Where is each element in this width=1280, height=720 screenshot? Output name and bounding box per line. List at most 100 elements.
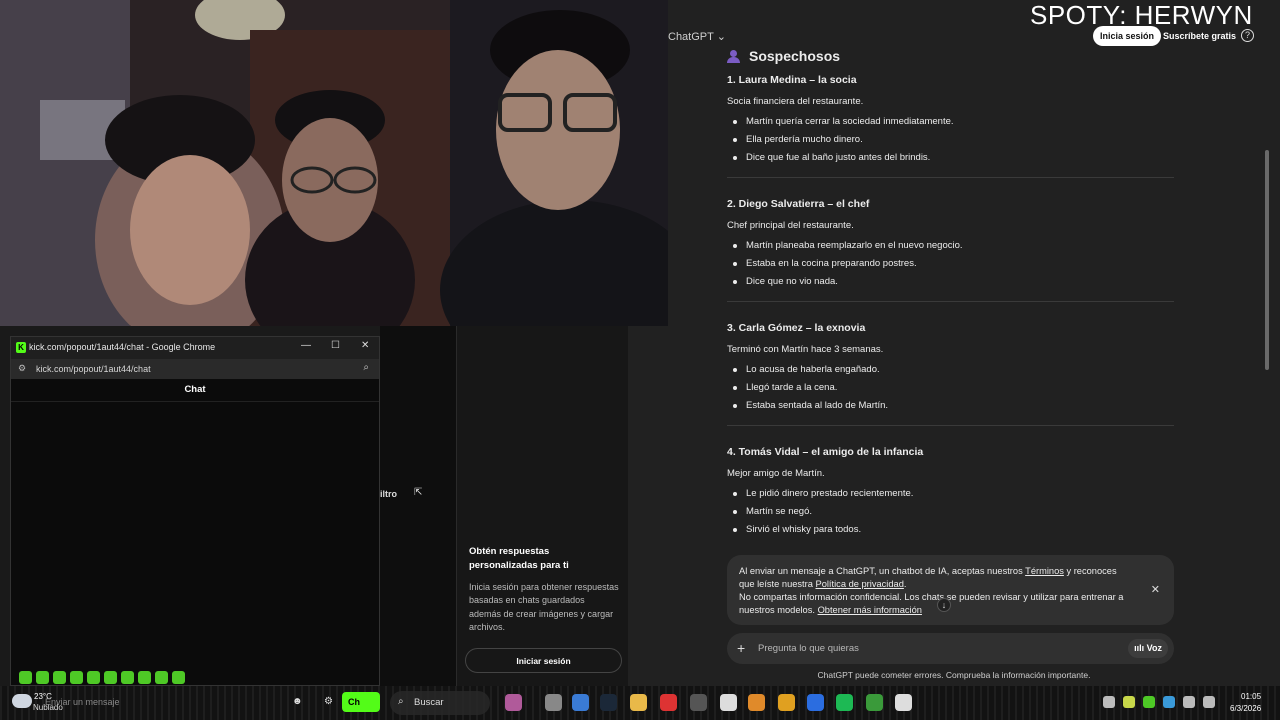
maximize-icon[interactable]: ☐ xyxy=(331,340,340,351)
app-icon[interactable] xyxy=(660,694,677,711)
emote-icon[interactable] xyxy=(121,671,134,684)
app-icon[interactable] xyxy=(807,694,824,711)
search-label[interactable]: Buscar xyxy=(414,697,444,708)
suspect-block: 1. Laura Medina – la socia Socia financie… xyxy=(727,74,1174,163)
list-item: Martín quería cerrar la sociedad inmedia… xyxy=(733,116,1174,127)
notice-text-2: No compartas información confidencial. L… xyxy=(739,592,1124,615)
taskbar: 23°C Nublado Enviar un mensaje ☻ ⚙ Ch ⌕ … xyxy=(0,686,1280,720)
system-tray xyxy=(1103,696,1215,708)
list-item: Martín planeaba reemplazarlo en el nuevo… xyxy=(733,240,1174,251)
app-icon[interactable] xyxy=(748,694,765,711)
suspect-description: Mejor amigo de Martín. xyxy=(727,468,825,479)
emote-icon[interactable] xyxy=(53,671,66,684)
suspect-description: Terminó con Martín hace 3 semanas. xyxy=(727,344,884,355)
close-icon[interactable]: ✕ xyxy=(1151,584,1160,597)
emote-icon[interactable] xyxy=(138,671,151,684)
terms-link[interactable]: Términos xyxy=(1025,566,1064,576)
tray-icon[interactable] xyxy=(1143,696,1155,708)
learn-more-link[interactable]: Obtener más información xyxy=(818,605,922,615)
chatgpt-icon[interactable] xyxy=(895,694,912,711)
search-icon[interactable]: ⌕ xyxy=(398,696,404,707)
suspect-block: 2. Diego Salvatierra – el chef Chef princ… xyxy=(727,198,1174,287)
tray-icon[interactable] xyxy=(1103,696,1115,708)
suspect-title: 4. Tomás Vidal – el amigo de la infancia xyxy=(727,446,924,458)
voice-label: Voz xyxy=(1146,643,1162,653)
prompt-input[interactable]: Pregunta lo que quieras xyxy=(758,643,859,654)
window-title: kick.com/popout/1aut44/chat - Google Chr… xyxy=(29,342,216,352)
scroll-down-icon[interactable]: ↓ xyxy=(937,598,951,612)
emote-icon[interactable] xyxy=(19,671,32,684)
list-item: Martín se negó. xyxy=(733,506,1174,517)
login-button[interactable]: Iniciar sesión xyxy=(465,648,622,673)
webcam-image xyxy=(0,0,668,326)
stream-overlay-text: SPOTY: HERWYN xyxy=(1030,0,1253,30)
emote-icon[interactable] xyxy=(172,671,185,684)
steam-icon[interactable] xyxy=(600,694,617,711)
emote-icon[interactable] xyxy=(36,671,49,684)
plus-icon[interactable]: + xyxy=(737,640,745,656)
emote-icon[interactable] xyxy=(104,671,117,684)
gear-icon[interactable]: ⚙ xyxy=(324,696,333,707)
tray-icon[interactable] xyxy=(1123,696,1135,708)
app-icon[interactable] xyxy=(720,694,737,711)
suspect-points: Lo acusa de haberla engañado. Llegó tarde… xyxy=(727,364,1174,411)
chat-header: Chat xyxy=(184,384,206,395)
section-title: Sospechosos xyxy=(727,48,1174,64)
divider xyxy=(11,401,379,402)
minimize-icon[interactable]: — xyxy=(301,340,311,351)
widgets-icon[interactable] xyxy=(572,694,589,711)
address-bar[interactable]: ⚙ kick.com/popout/1aut44/chat ⌕ xyxy=(11,359,379,379)
prompt-composer[interactable]: + Pregunta lo que quieras ıılı Voz xyxy=(727,633,1174,664)
divider xyxy=(727,425,1174,426)
list-item: Dice que no vio nada. xyxy=(733,276,1174,287)
url-text[interactable]: kick.com/popout/1aut44/chat xyxy=(36,364,151,374)
privacy-notice: Al enviar un mensaje a ChatGPT, un chatb… xyxy=(727,555,1174,625)
emoji-icon[interactable]: ☻ xyxy=(292,696,303,707)
chat-send-button[interactable]: Ch xyxy=(342,692,380,712)
suspect-description: Socia financiera del restaurante. xyxy=(727,96,864,107)
suspect-block: 3. Carla Gómez – la exnovia Terminó con M… xyxy=(727,322,1174,411)
microphone-icon[interactable] xyxy=(1183,696,1195,708)
cloud-icon[interactable] xyxy=(12,694,32,708)
emote-icon[interactable] xyxy=(155,671,168,684)
voice-button[interactable]: ıılı Voz xyxy=(1128,639,1168,658)
volume-icon[interactable] xyxy=(1203,696,1215,708)
emote-icon[interactable] xyxy=(70,671,83,684)
chrome-icon[interactable] xyxy=(778,694,795,711)
external-link-icon[interactable]: ⇱ xyxy=(414,487,422,498)
list-item: Le pidió dinero prestado recientemente. xyxy=(733,488,1174,499)
zoom-icon[interactable]: ⌕ xyxy=(363,362,369,373)
assistant-message: Sospechosos 1. Laura Medina – la socia Soc… xyxy=(727,46,1174,542)
list-item: Estaba en la cocina preparando postres. xyxy=(733,258,1174,269)
chrome-icon[interactable] xyxy=(866,694,883,711)
divider xyxy=(727,177,1174,178)
suspect-title: 2. Diego Salvatierra – el chef xyxy=(727,198,870,210)
chatgpt-login-panel: Obtén respuestas personalizadas para ti … xyxy=(456,326,628,686)
panel-body: Inicia sesión para obtener respuestas ba… xyxy=(469,582,619,632)
scrollbar[interactable] xyxy=(1265,150,1269,370)
site-settings-icon[interactable]: ⚙ xyxy=(18,363,26,374)
privacy-link[interactable]: Política de privacidad xyxy=(816,579,904,589)
disclaimer: ChatGPT puede cometer errores. Comprueba… xyxy=(817,670,1091,680)
filter-label: iltro xyxy=(380,489,397,499)
app-icon[interactable] xyxy=(690,694,707,711)
chat-message-input[interactable]: Enviar un mensaje xyxy=(45,697,120,707)
model-selector[interactable]: ChatGPT ⌄ xyxy=(668,30,726,43)
suspect-points: Martín planeaba reemplazarlo en el nuevo… xyxy=(727,240,1174,287)
notice-text: Al enviar un mensaje a ChatGPT, un chatb… xyxy=(739,566,1026,576)
spotify-icon[interactable] xyxy=(836,694,853,711)
panel-title: Obtén respuestas personalizadas para ti xyxy=(469,546,569,571)
emote-icon[interactable] xyxy=(87,671,100,684)
chrome-popup-window: K kick.com/popout/1aut44/chat - Google C… xyxy=(10,336,380,686)
notice-text: . xyxy=(903,579,907,589)
kick-logo-icon: K xyxy=(16,342,26,353)
taskview-icon[interactable] xyxy=(545,694,562,711)
close-icon[interactable]: ✕ xyxy=(361,340,369,351)
app-icon[interactable] xyxy=(505,694,522,711)
window-titlebar: K kick.com/popout/1aut44/chat - Google C… xyxy=(11,337,379,359)
folder-icon[interactable] xyxy=(630,694,647,711)
list-item: Dice que fue al baño justo antes del bri… xyxy=(733,152,1174,163)
list-item: Ella perdería mucho dinero. xyxy=(733,134,1174,145)
tray-icon[interactable] xyxy=(1163,696,1175,708)
divider xyxy=(727,301,1174,302)
